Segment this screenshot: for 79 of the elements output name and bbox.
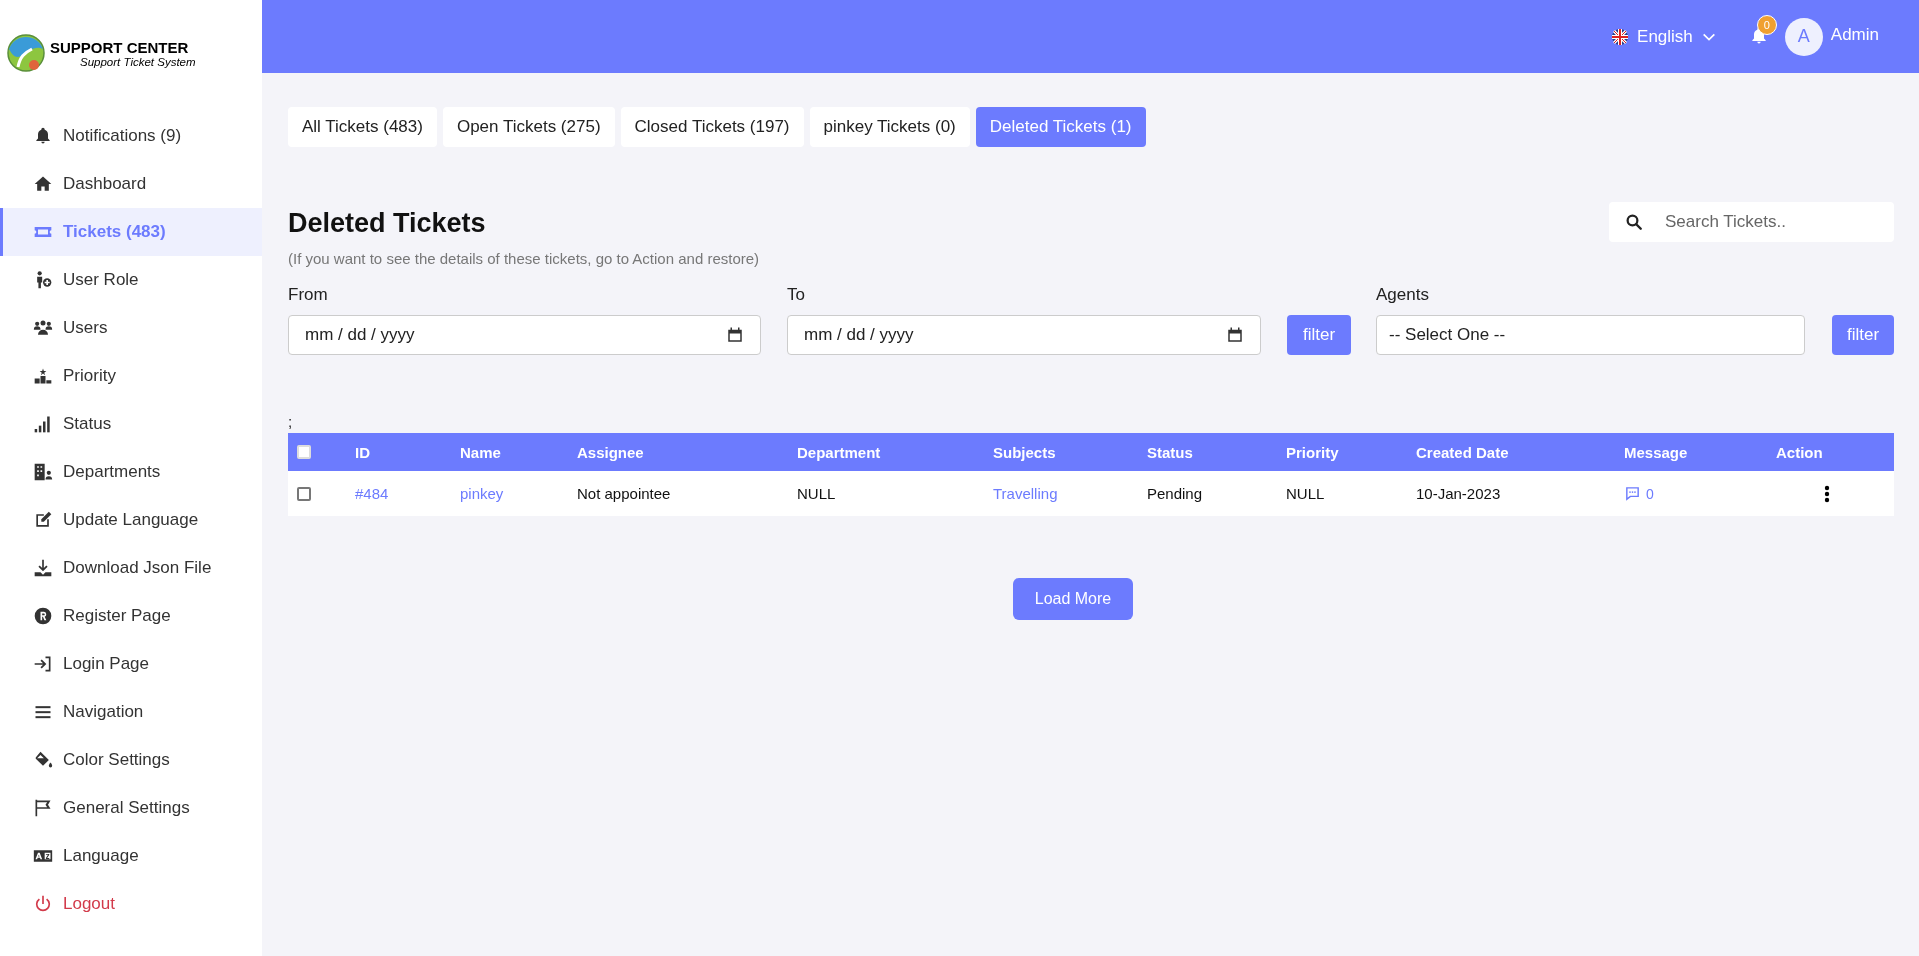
sidebar-item[interactable]: Departments [0, 448, 262, 496]
field-label: Agents [1376, 285, 1430, 305]
column-header: Message [1624, 443, 1689, 461]
row-checkbox[interactable] [297, 486, 311, 501]
message-count-link[interactable]: 0 [1624, 485, 1654, 502]
ticket-tab[interactable]: Deleted Tickets (1) [975, 107, 1146, 147]
column-header: Status [1147, 443, 1194, 461]
user-name[interactable]: Admin [1830, 25, 1879, 45]
field-label: To [787, 285, 806, 305]
sidebar-item[interactable]: Update Language [0, 496, 262, 544]
sidebar-item[interactable]: Notifications (9) [0, 112, 262, 160]
home-icon [33, 174, 53, 194]
field-label: From [288, 285, 329, 305]
column-header: Subjects [993, 443, 1057, 461]
table-cell-text: Pending [1147, 485, 1204, 502]
paint-bucket-icon [33, 750, 53, 770]
table-cell-text: 10-Jan-2023 [1416, 485, 1502, 502]
bell-icon [33, 126, 53, 146]
flag-icon [1611, 27, 1630, 46]
sidebar-item[interactable]: Register Page [0, 592, 262, 640]
sidebar-item[interactable]: User Role [0, 256, 262, 304]
search-field[interactable]: Search Tickets.. [1609, 202, 1894, 242]
sidebar-item[interactable]: General Settings [0, 784, 262, 832]
column-header: Action [1776, 443, 1824, 461]
sidebar-item[interactable]: Download Json File [0, 544, 262, 592]
power-icon [33, 894, 53, 914]
table-cell-text: NULL [1286, 485, 1326, 502]
sidebar-item[interactable]: Navigation [0, 688, 262, 736]
ticket-tab[interactable]: All Tickets (483) [288, 107, 437, 147]
user-name-link[interactable]: pinkey [460, 485, 504, 502]
calendar-icon [1226, 326, 1244, 344]
subject-link[interactable]: Travelling [993, 485, 1058, 502]
edit-icon [33, 510, 53, 530]
column-header: ID [355, 443, 371, 461]
ticket-tab[interactable]: pinkey Tickets (0) [809, 107, 970, 147]
page-note: (If you want to see the details of these tickets, go to Action and restore) [288, 250, 760, 267]
date-field[interactable]: mm / dd / yyyy [288, 315, 761, 355]
sidebar-item[interactable]: Status [0, 400, 262, 448]
letter-r-circle-icon [33, 606, 53, 626]
sidebar-item[interactable]: Logout [0, 880, 262, 928]
sign-in-icon [33, 654, 53, 674]
sidebar-item[interactable]: Login Page [0, 640, 262, 688]
page-title: Deleted Tickets [288, 208, 487, 239]
search-icon [1625, 213, 1643, 231]
ticket-tab[interactable]: Open Tickets (275) [442, 107, 615, 147]
date-field[interactable]: mm / dd / yyyy [787, 315, 1261, 355]
ticket-tab[interactable]: Closed Tickets (197) [620, 107, 804, 147]
load-more-button[interactable]: Load More [1012, 578, 1134, 620]
table-cell-text: Not appointee [577, 485, 672, 502]
calendar-icon [726, 326, 744, 344]
brand-title: SUPPORT CENTER [50, 38, 190, 56]
brand-subtitle: Support Ticket System [79, 55, 196, 68]
sidebar-item[interactable]: Users [0, 304, 262, 352]
column-header: Created Date [1416, 443, 1510, 461]
language-dropdown[interactable]: English [1605, 25, 1723, 48]
filter-button[interactable]: filter [1287, 315, 1351, 355]
agent-select[interactable]: -- Select One -- [1376, 315, 1805, 355]
column-header: Priority [1286, 443, 1340, 461]
sidebar-item[interactable]: Color Settings [0, 736, 262, 784]
column-header: Name [460, 443, 502, 461]
sidebar-item[interactable]: Priority [0, 352, 262, 400]
logo-icon [6, 33, 46, 73]
column-header: Department [797, 443, 882, 461]
stray-text: ; [288, 413, 294, 431]
signal-bars-icon [33, 414, 53, 434]
table-cell-text: NULL [797, 485, 837, 502]
filter-button[interactable]: filter [1832, 315, 1894, 355]
chat-bubble-icon [1624, 485, 1641, 502]
notification-badge: 0 [1756, 14, 1777, 35]
ticket-id-link[interactable]: #484 [355, 485, 389, 502]
flag-icon [33, 798, 53, 818]
select-all-checkbox[interactable] [297, 445, 311, 459]
column-header: Assignee [577, 443, 645, 461]
sidebar-item[interactable]: Dashboard [0, 160, 262, 208]
sidebar-item[interactable]: Language [0, 832, 262, 880]
building-icon [33, 462, 53, 482]
users-icon [33, 318, 53, 338]
more-options-icon[interactable] [1824, 484, 1830, 503]
download-icon [33, 558, 53, 578]
